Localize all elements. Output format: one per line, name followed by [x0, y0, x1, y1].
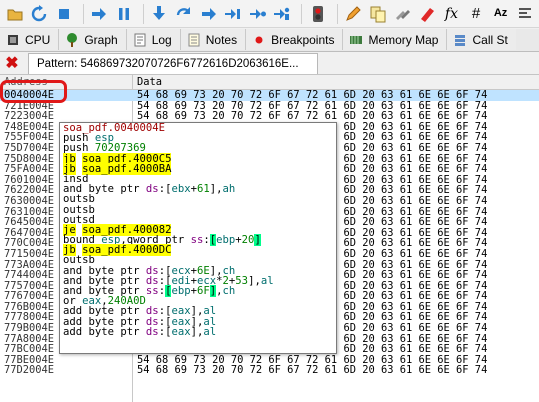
toolbar: fx # Az [0, 0, 539, 28]
memory-map-icon [349, 33, 363, 47]
popup-instructions: push esp push 70207369 jb soa_pdf.4000C5 jb… [60, 133, 336, 337]
tab-pattern[interactable]: Pattern: 546869732070726F6772616D2063616… [28, 53, 318, 74]
fx-label: fx [444, 5, 458, 22]
copy-icon[interactable] [367, 3, 389, 25]
instruction-line: jb soa_pdf.4000DC [60, 244, 336, 257]
run-icon[interactable] [89, 3, 111, 25]
pause-icon[interactable] [113, 3, 135, 25]
tab-cpu[interactable]: CPU [0, 29, 60, 50]
instruction-token: : [203, 234, 210, 247]
instruction-token: ch [222, 285, 236, 297]
breakpoint-icon[interactable] [307, 3, 329, 25]
instruction-token: :[ [158, 325, 172, 338]
instruction-token: 61 [196, 183, 210, 196]
format-icon[interactable] [514, 3, 536, 25]
dump-row-address: 77D2004E [4, 364, 55, 377]
instruction-token: ebp [216, 234, 236, 247]
hash-label: # [471, 5, 481, 22]
link-icon[interactable] [392, 3, 414, 25]
tab-graph[interactable]: Graph [59, 29, 127, 50]
tab-breakpoints-label: Breakpoints [271, 32, 335, 47]
log-icon [133, 33, 147, 47]
instruction-line: add byte ptr ds:[eax],al [60, 325, 336, 338]
annotation-highlight-box [0, 80, 67, 103]
tab-cpu-label: CPU [25, 32, 51, 47]
instruction-token: ], [209, 183, 223, 196]
instruction-token: ebx [171, 183, 191, 196]
instruction-token: soa_pdf.4000DC [82, 244, 172, 257]
instruction-token: ah [222, 183, 236, 196]
tab-memory-map[interactable]: Memory Map [343, 29, 448, 50]
instruction-token: ebp [171, 285, 191, 297]
tab-call-stack-label: Call St [472, 32, 508, 47]
dump-row-address: 7630004E [4, 194, 55, 207]
tab-log[interactable]: Log [126, 29, 181, 50]
toolbar-separator [142, 3, 144, 24]
instruction-token: soa_pdf.4000BA [82, 162, 172, 175]
stop-icon[interactable] [53, 3, 75, 25]
instruction-token: ], [248, 274, 261, 287]
tab-call-stack[interactable]: Call St [447, 29, 516, 50]
instruction-token: ], [190, 325, 204, 338]
instruction-token: 53 [235, 274, 249, 287]
toolbar-separator [336, 3, 338, 24]
instruction-token: eax [171, 325, 191, 338]
instruction-token: 6F [197, 285, 210, 297]
bookmark-icon[interactable] [416, 3, 438, 25]
graph-icon [65, 32, 79, 47]
step-into-icon[interactable] [149, 3, 171, 25]
close-icon[interactable]: ✖ [3, 54, 21, 72]
instruction-token: ss [145, 285, 159, 297]
restart-icon[interactable] [29, 3, 51, 25]
instruction-line: outsb [60, 194, 336, 205]
instruction-token: ds [145, 183, 159, 196]
instruction-token: ] [254, 234, 261, 247]
dump-row[interactable]: 77D2004E 54 68 69 73 20 70 72 6F 67 72 61… [0, 365, 539, 376]
instruction-line: outsb [60, 204, 336, 215]
disassembly-popup: soa_pdf.0040004E push esp push 70207369 jb… [59, 122, 337, 354]
toolbar-separator [300, 3, 302, 24]
dump-row[interactable]: 0040004E 54 68 69 73 20 70 72 6F 67 72 61… [0, 90, 539, 101]
instruction-token: ss [190, 234, 204, 247]
instruction-token: al [260, 274, 274, 287]
breakpoint-dot-icon [252, 33, 266, 47]
dump-row-hex: 54 68 69 73 20 70 72 6F 67 72 61 6D 20 6… [137, 89, 488, 101]
dump-header: Address Data [0, 75, 539, 90]
tab-notes-label: Notes [205, 32, 238, 47]
call-stack-icon [453, 33, 467, 47]
tab-notes[interactable]: Notes [180, 29, 247, 50]
instruction-token: ds [145, 325, 159, 338]
instruction-line: jb soa_pdf.4000BA [60, 162, 336, 175]
instruction-token: 20 [241, 234, 255, 247]
pencil-icon[interactable] [343, 3, 365, 25]
animate-icon[interactable] [247, 3, 269, 25]
trace-icon[interactable] [271, 3, 293, 25]
pattern-tab-label: Pattern: 546869732070726F6772616D2063616… [37, 58, 299, 70]
dump-row-address: 75D7004E [4, 141, 55, 154]
instruction-token: :[ [158, 183, 172, 196]
tab-memory-map-label: Memory Map [368, 32, 439, 47]
step-over-alt-icon[interactable] [222, 3, 244, 25]
open-icon[interactable] [4, 3, 26, 25]
step-over-icon[interactable] [173, 3, 195, 25]
dump-row-address: 7715004E [4, 247, 55, 260]
toolbar-separator [82, 3, 84, 24]
hash-icon[interactable]: # [465, 3, 487, 25]
fx-icon[interactable]: fx [441, 3, 463, 25]
notes-icon [187, 33, 201, 47]
instruction-token: al [203, 325, 217, 338]
data-column-header[interactable]: Data [137, 76, 162, 88]
main-tabs: CPU Graph Log Notes Breakpoints Memory M… [0, 29, 539, 52]
tab-graph-label: Graph [84, 32, 118, 47]
instruction-line: and byte ptr ds:[ebx+61],ah [60, 183, 336, 196]
dump-row-hex: 54 68 69 73 20 70 72 6F 67 72 61 6D 20 6… [137, 364, 488, 377]
tab-breakpoints[interactable]: Breakpoints [246, 29, 344, 50]
tab-log-label: Log [151, 32, 172, 47]
font-icon[interactable]: Az [490, 3, 512, 25]
run-to-user-icon[interactable] [198, 3, 220, 25]
instruction-token: add byte ptr [63, 325, 146, 338]
font-label: Az [493, 7, 508, 19]
cpu-icon [6, 33, 20, 47]
dump-tab-bar: ✖ Pattern: 546869732070726F6772616D20636… [0, 52, 539, 75]
